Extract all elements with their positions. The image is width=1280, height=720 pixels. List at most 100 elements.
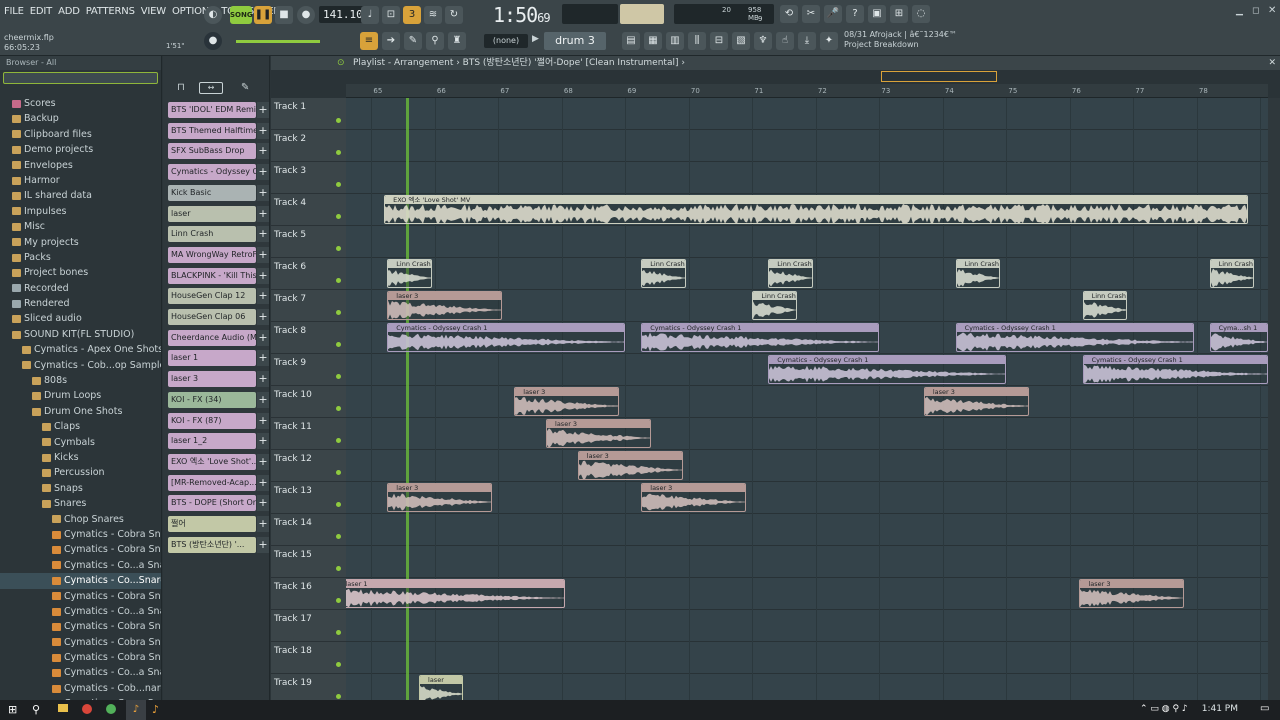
track-header[interactable]: Track 1 bbox=[271, 98, 346, 130]
channel-item[interactable]: Kick Basic bbox=[168, 184, 256, 201]
playlist-icon[interactable]: ▤ bbox=[622, 32, 640, 50]
browser-item[interactable]: Cymatics - Co...Snare 4 - F bbox=[0, 573, 161, 589]
snap-selector[interactable]: (none) bbox=[484, 34, 528, 48]
track-active-led[interactable] bbox=[336, 662, 341, 667]
track-header[interactable]: Track 12 bbox=[271, 450, 346, 482]
channel-add-icon[interactable]: + bbox=[257, 226, 269, 243]
piano-roll-icon[interactable]: ▦ bbox=[644, 32, 662, 50]
metronome-icon[interactable]: ♩ bbox=[361, 6, 379, 24]
playlist-clip[interactable]: Linn Crash bbox=[387, 259, 432, 288]
pattern-selector[interactable]: drum 3 bbox=[544, 32, 606, 50]
track-active-led[interactable] bbox=[336, 374, 341, 379]
save-icon[interactable]: ▣ bbox=[868, 5, 886, 23]
track-active-led[interactable] bbox=[336, 214, 341, 219]
channel-add-icon[interactable]: + bbox=[257, 309, 269, 325]
browser-item[interactable]: Cymatics - Apex One Shots Vol 3 bbox=[0, 342, 161, 357]
channel-item[interactable]: BTS (방탄소년단) '... bbox=[168, 536, 256, 553]
browser-item[interactable]: Cymatics - Co...a Snare 10 - A bbox=[0, 665, 161, 680]
browser-item[interactable]: Chop Snares bbox=[0, 512, 161, 527]
stop-icon[interactable]: ■ bbox=[275, 6, 293, 24]
playlist-clip[interactable]: laser 3 bbox=[641, 483, 747, 512]
browser-item[interactable]: Scores bbox=[0, 96, 161, 111]
browser-item[interactable]: Cymatics - Cob...op Sample Pack bbox=[0, 358, 161, 373]
song-mode-button[interactable]: SONG bbox=[230, 6, 253, 24]
menu-item-view[interactable]: VIEW bbox=[141, 6, 166, 17]
pattern-arrow-icon[interactable]: ▶ bbox=[532, 34, 539, 44]
chrome-icon[interactable] bbox=[82, 704, 92, 714]
playlist-clip[interactable]: Linn Crash bbox=[1209, 259, 1255, 288]
browser-item[interactable]: Snares bbox=[0, 496, 161, 511]
master-volume-slider[interactable] bbox=[236, 40, 320, 43]
track-active-led[interactable] bbox=[336, 694, 341, 699]
track-active-led[interactable] bbox=[336, 342, 341, 347]
picker-pencil-icon[interactable]: ✎ bbox=[241, 82, 249, 93]
picker-add-icon[interactable]: ↔ bbox=[199, 82, 223, 94]
browser-item[interactable]: Drum Loops bbox=[0, 388, 161, 403]
playlist-clip[interactable]: Cymatics - Odyssey Crash 1 bbox=[387, 323, 626, 352]
channel-add-icon[interactable]: + bbox=[257, 164, 269, 181]
browser-item[interactable]: Backup bbox=[0, 111, 161, 126]
channel-add-icon[interactable]: + bbox=[257, 536, 269, 553]
track-header[interactable]: Track 2 bbox=[271, 130, 346, 162]
track-header[interactable]: Track 7 bbox=[271, 290, 346, 322]
chat-icon[interactable]: ◌ bbox=[912, 5, 930, 23]
channel-item[interactable]: Cymatics - Odyssey C... bbox=[168, 164, 256, 181]
browser-item[interactable]: SOUND KIT(FL STUDIO) bbox=[0, 327, 161, 342]
browser-item[interactable]: Demo projects bbox=[0, 142, 161, 157]
browser-item[interactable]: Recorded bbox=[0, 281, 161, 296]
channel-add-icon[interactable]: + bbox=[257, 350, 269, 367]
browser-search-field[interactable] bbox=[3, 72, 158, 84]
browser-item[interactable]: Packs bbox=[0, 250, 161, 265]
channel-add-icon[interactable]: + bbox=[257, 329, 269, 346]
browser-item[interactable]: Harmor bbox=[0, 173, 161, 188]
browser-item[interactable]: Cymatics - Cob...nare 11 - A# bbox=[0, 681, 161, 696]
browser-item[interactable]: Cymatics - Co...a Snare 6 - F# bbox=[0, 604, 161, 619]
channel-add-icon[interactable]: + bbox=[257, 391, 269, 408]
plugin-picker-icon[interactable]: ♆ bbox=[754, 32, 772, 50]
channel-add-icon[interactable]: + bbox=[257, 412, 269, 429]
browser-item[interactable]: Drum One Shots bbox=[0, 404, 161, 419]
browser-item[interactable]: Misc bbox=[0, 219, 161, 234]
channel-add-icon[interactable]: + bbox=[257, 433, 269, 450]
window-restore-icon[interactable]: ◻ bbox=[1252, 6, 1259, 16]
arrangement-grid[interactable]: EXO 엑소 'Love Shot' MV Linn Crash Linn Cras… bbox=[346, 98, 1268, 700]
playlist-clip[interactable]: Linn Crash bbox=[641, 259, 686, 288]
channel-item[interactable]: EXO 엑소 'Love Shot'... bbox=[168, 453, 256, 470]
browser-item[interactable]: Percussion bbox=[0, 465, 161, 480]
channel-add-icon[interactable]: + bbox=[257, 184, 269, 201]
track-active-led[interactable] bbox=[336, 310, 341, 315]
track-active-led[interactable] bbox=[336, 630, 341, 635]
browser-item[interactable]: Cymatics - Co...a Snare 3 - C# bbox=[0, 558, 161, 573]
help-icon[interactable]: ? bbox=[846, 5, 864, 23]
vertical-scrollbar[interactable] bbox=[1268, 98, 1280, 700]
channel-item[interactable]: Linn Crash bbox=[168, 226, 256, 243]
track-header[interactable]: Track 3 bbox=[271, 162, 346, 194]
pat-song-toggle-icon[interactable]: ◐ bbox=[204, 6, 222, 24]
picker-menu-icon[interactable]: ⊓ bbox=[177, 82, 185, 93]
channel-item[interactable]: laser 3 bbox=[168, 371, 256, 388]
playlist-clip[interactable]: laser bbox=[419, 675, 464, 700]
channel-item[interactable]: Cheerdance Audio (M... bbox=[168, 329, 256, 346]
link-icon[interactable]: ⚲ bbox=[426, 32, 444, 50]
step-edit-icon[interactable]: ≡ bbox=[360, 32, 378, 50]
playlist-clip[interactable]: laser 3 bbox=[387, 483, 493, 512]
channel-item[interactable]: KOI - FX (34) bbox=[168, 391, 256, 408]
channel-add-icon[interactable]: + bbox=[257, 516, 269, 532]
channel-add-icon[interactable]: + bbox=[257, 371, 269, 388]
browser-item[interactable]: Cymatics - Cobra Snare 5 - F bbox=[0, 589, 161, 604]
channel-item[interactable]: BTS 'IDOL' EDM Remi... bbox=[168, 102, 256, 118]
track-active-led[interactable] bbox=[336, 246, 341, 251]
channel-settings-icon[interactable]: ⊟ bbox=[710, 32, 728, 50]
window-close-icon[interactable]: ✕ bbox=[1268, 5, 1276, 16]
fl-studio-taskbar-icon[interactable]: ♪ bbox=[126, 700, 146, 720]
countdown-icon[interactable]: 3 bbox=[403, 6, 421, 24]
playlist-clip[interactable]: Cymatics - Odyssey Crash 1 bbox=[1082, 355, 1268, 384]
track-header[interactable]: Track 6 bbox=[271, 258, 346, 290]
playlist-clip[interactable]: laser 3 bbox=[923, 387, 1029, 416]
track-active-led[interactable] bbox=[336, 278, 341, 283]
track-active-led[interactable] bbox=[336, 438, 341, 443]
play-icon[interactable]: ❚❚ bbox=[254, 6, 272, 24]
channel-item[interactable]: laser 1_2 bbox=[168, 433, 256, 450]
channel-item[interactable]: BTS - DOPE (Short Or... bbox=[168, 495, 256, 512]
channel-add-icon[interactable]: + bbox=[257, 246, 269, 263]
